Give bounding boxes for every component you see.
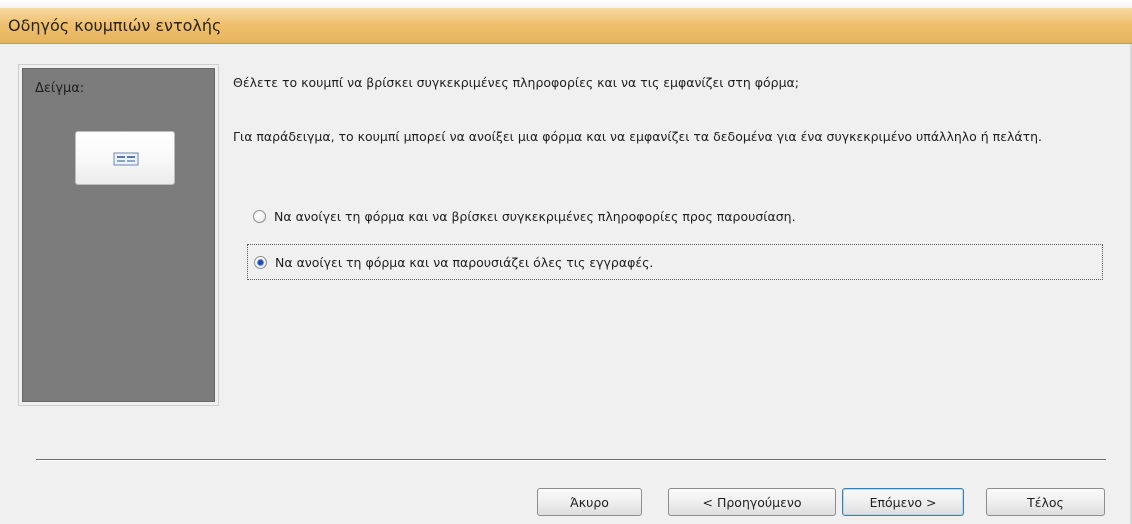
option-find-specific-information[interactable]: Να ανοίγει τη φόρμα και να βρίσκει συγκε… xyxy=(247,199,1007,233)
form-button-icon xyxy=(113,152,139,166)
top-strip xyxy=(0,0,1132,8)
selected-radio-icon[interactable] xyxy=(254,255,267,269)
window-titlebar: Οδηγός κουμπιών εντολής xyxy=(0,8,1132,44)
footer-separator xyxy=(36,459,1106,461)
option-show-all-records[interactable]: Να ανοίγει τη φόρμα και να παρουσιάζει ό… xyxy=(247,244,1103,280)
wizard-question: Θέλετε το κουμπί να βρίσκει συγκεκριμένε… xyxy=(233,75,799,90)
next-button[interactable]: Επόμενο > xyxy=(842,488,964,516)
sample-panel: Δείγμα: xyxy=(18,64,219,406)
cancel-button[interactable]: Άκυρο xyxy=(537,488,642,516)
finish-button[interactable]: Τέλος xyxy=(986,488,1105,516)
sample-preview-area: Δείγμα: xyxy=(22,68,215,402)
window-title: Οδηγός κουμπιών εντολής xyxy=(8,16,222,35)
wizard-example-text: Για παράδειγμα, το κουμπί μπορεί να ανοί… xyxy=(233,129,1043,144)
previous-button[interactable]: < Προηγούμενο xyxy=(668,488,836,516)
sample-label: Δείγμα: xyxy=(35,81,85,96)
unselected-radio-icon[interactable] xyxy=(253,209,266,223)
option-find-specific-information-label: Να ανοίγει τη φόρμα και να βρίσκει συγκε… xyxy=(274,208,796,224)
command-button-wizard-window: Οδηγός κουμπιών εντολής Δείγμα: Θέλετε τ… xyxy=(0,8,1132,524)
sample-command-button xyxy=(75,131,175,185)
option-show-all-records-label: Να ανοίγει τη φόρμα και να παρουσιάζει ό… xyxy=(275,254,654,270)
